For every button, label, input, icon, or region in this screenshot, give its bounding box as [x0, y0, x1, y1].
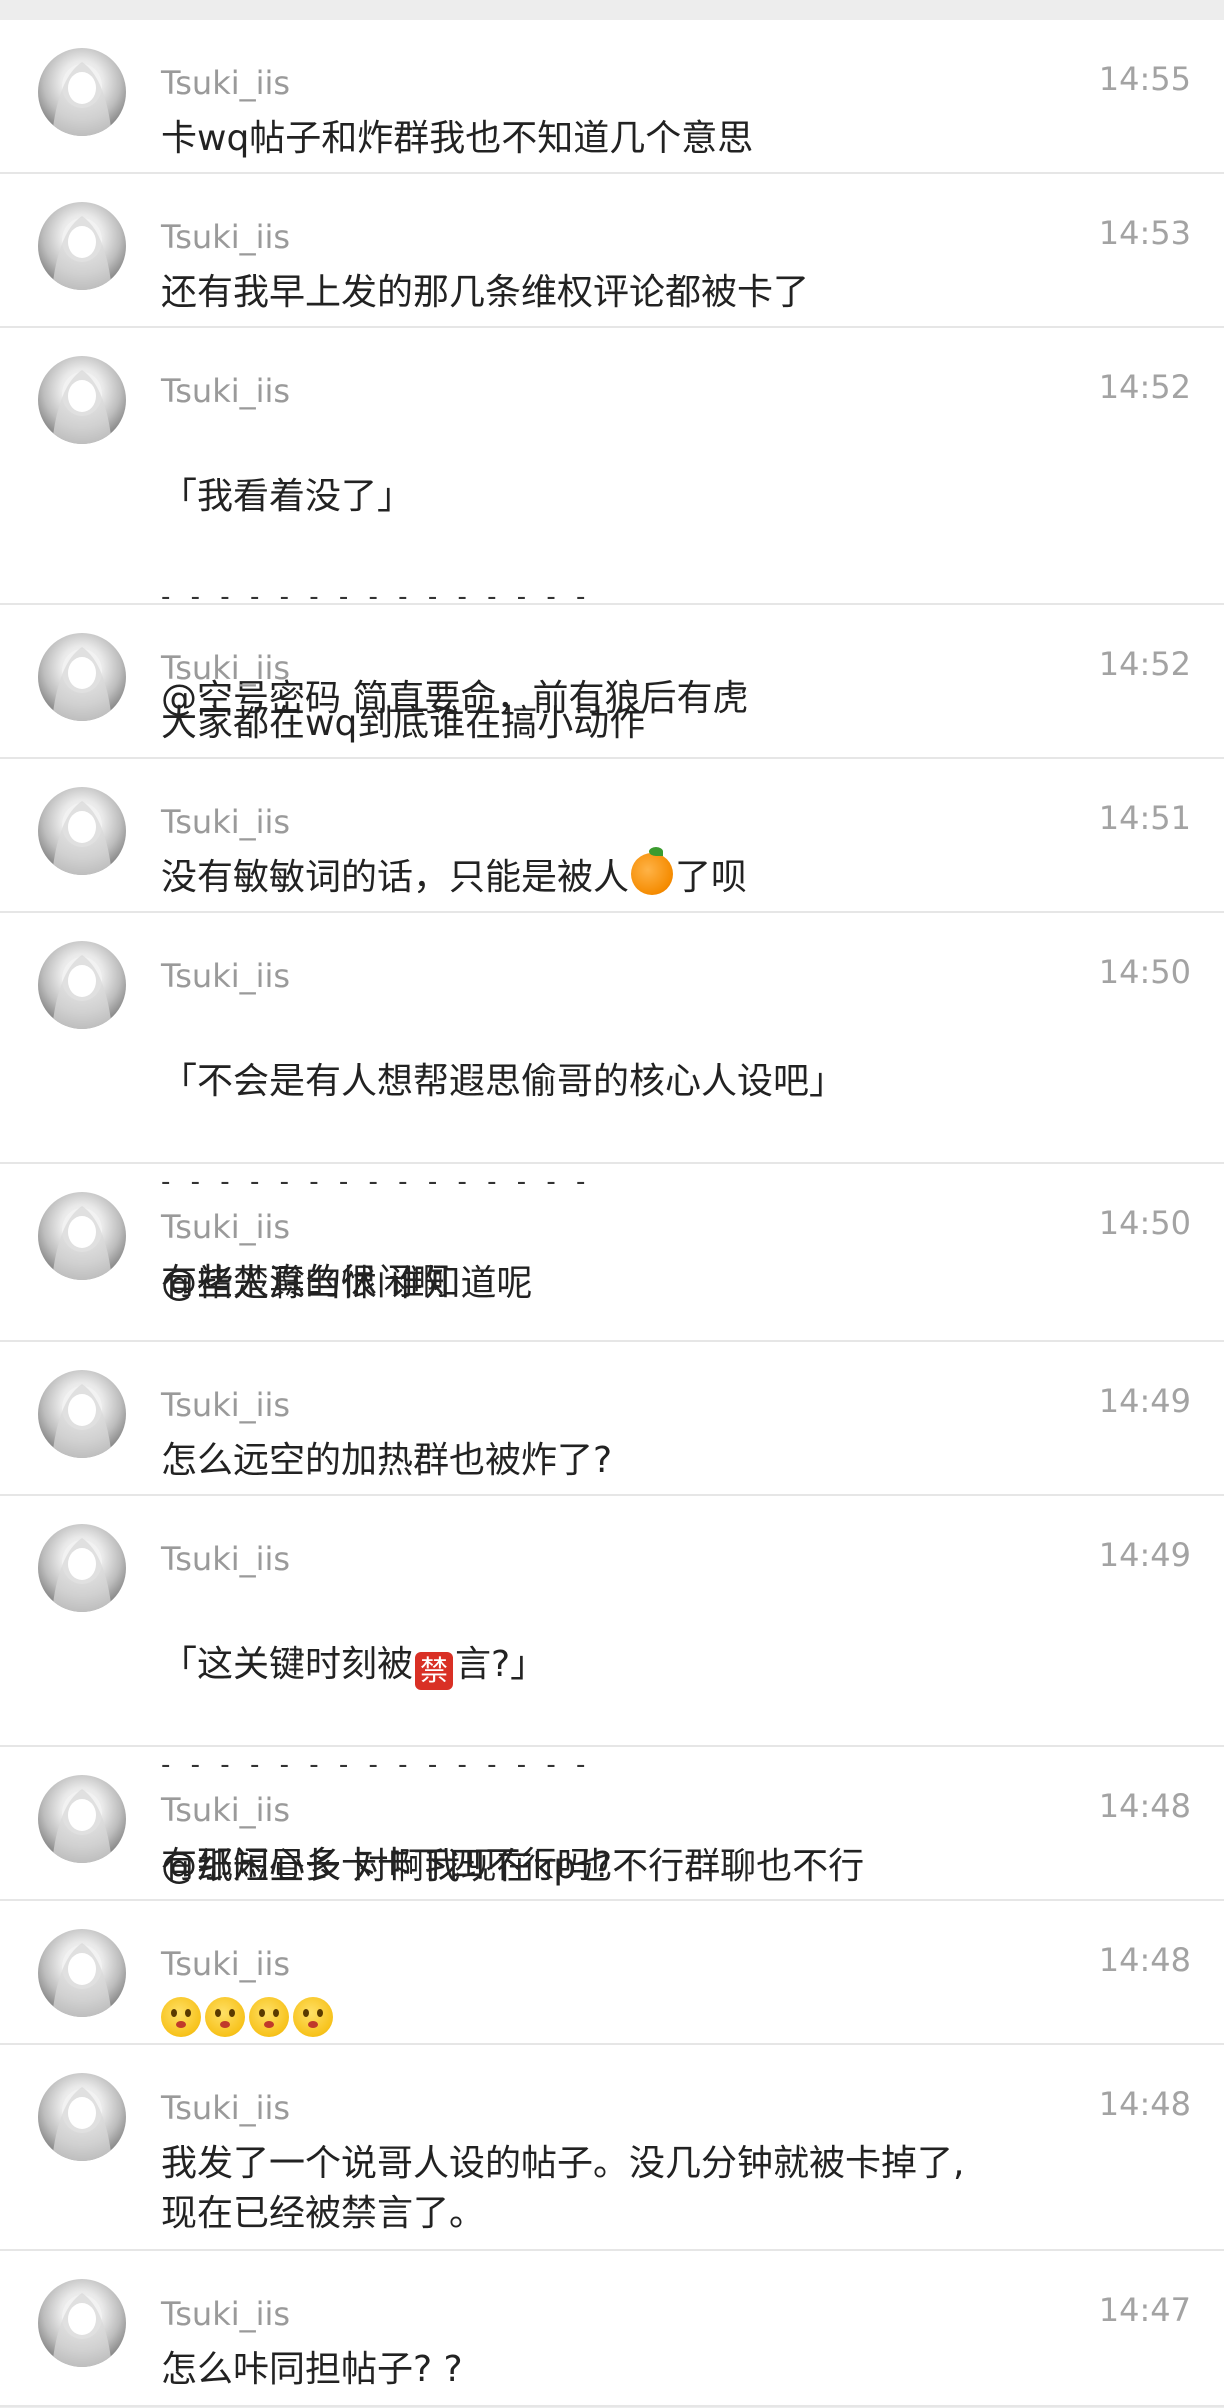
message-content: 没有敏敏词的话，只能是被人 了呗 — [161, 847, 1184, 903]
sender-name[interactable]: Tsuki_iis — [161, 1386, 290, 1424]
message-time: 14:52 — [1098, 368, 1191, 406]
message-text: 有那闲心多卡卡下四不行吗? — [161, 1845, 613, 1886]
list-item[interactable]: Tsuki_iis 14:50 有些人真的很闲啊 — [0, 1164, 1224, 1342]
list-item[interactable]: Tsuki_iis 14:52 「我看着没了」 - - - - - - - - … — [0, 328, 1224, 719]
message-time: 14:49 — [1098, 1382, 1191, 1420]
sender-name[interactable]: Tsuki_iis — [161, 649, 290, 687]
top-bar — [0, 0, 1224, 20]
list-item[interactable]: Tsuki_iis 14:51 没有敏敏词的话，只能是被人 了呗 — [0, 759, 1224, 913]
avatar[interactable] — [38, 2073, 126, 2161]
message-text: 了呗 — [675, 857, 748, 898]
ban-emoji-icon: 禁 — [415, 1652, 454, 1690]
list-item[interactable]: Tsuki_iis 14:48 我发了一个说哥人设的帖子。没几分钟就被卡掉了, … — [0, 2045, 1224, 2251]
message-text: 有些人真的很闲啊 — [161, 1262, 450, 1303]
avatar[interactable] — [38, 1775, 126, 1863]
list-item[interactable]: Tsuki_iis 14:50 「不会是有人想帮遐思偷哥的核心人设吧」 - - … — [0, 913, 1224, 1304]
message-text: 我发了一个说哥人设的帖子。没几分钟就被卡掉了, 现在已经被禁言了。 — [161, 2143, 965, 2234]
message-time: 14:53 — [1098, 214, 1191, 252]
quoted-text: 「不会是有人想帮遐思偷哥的核心人设吧」 — [161, 1061, 846, 1102]
quoted-text: 「我看着没了」 — [161, 476, 414, 517]
avatar[interactable] — [38, 1929, 126, 2017]
sender-name[interactable]: Tsuki_iis — [161, 1540, 290, 1578]
avatar[interactable] — [38, 1370, 126, 1458]
smirk-face-emoji-icon — [249, 1997, 289, 2037]
message-text: 怎么远空的加热群也被炸了? — [161, 1440, 613, 1481]
sender-name[interactable]: Tsuki_iis — [161, 2295, 290, 2333]
message-time: 14:50 — [1098, 1204, 1191, 1242]
sender-name[interactable]: Tsuki_iis — [161, 1208, 290, 1246]
message-text: 卡wq帖子和炸群我也不知道几个意思 — [161, 118, 754, 159]
avatar[interactable] — [38, 787, 126, 875]
message-time: 14:51 — [1098, 799, 1191, 837]
avatar[interactable] — [38, 1524, 126, 1612]
quoted-text-part: 「这关键时刻被 — [161, 1644, 414, 1685]
sender-name[interactable]: Tsuki_iis — [161, 218, 290, 256]
list-item[interactable]: Tsuki_iis 14:49 「这关键时刻被禁言?」 - - - - - - … — [0, 1496, 1224, 1887]
avatar[interactable] — [38, 633, 126, 721]
list-item[interactable]: Tsuki_iis 14:55 卡wq帖子和炸群我也不知道几个意思 — [0, 20, 1224, 174]
avatar[interactable] — [38, 356, 126, 444]
avatar[interactable] — [38, 941, 126, 1029]
message-time: 14:48 — [1098, 1941, 1191, 1979]
message-text: 没有敏敏词的话，只能是被人 — [161, 857, 630, 898]
list-item[interactable]: Tsuki_iis 14:48 — [0, 1901, 1224, 2045]
avatar[interactable] — [38, 48, 126, 136]
list-item[interactable]: Tsuki_iis 14:52 大家都在wq到底谁在搞小动作 — [0, 605, 1224, 759]
sender-name[interactable]: Tsuki_iis — [161, 1791, 290, 1829]
sender-name[interactable]: Tsuki_iis — [161, 803, 290, 841]
list-item[interactable]: Tsuki_iis 14:49 怎么远空的加热群也被炸了? — [0, 1342, 1224, 1496]
quoted-text-part: 言?」 — [455, 1644, 547, 1685]
message-text: 怎么咔同担帖子? ? — [161, 2349, 463, 2390]
message-time: 14:52 — [1098, 645, 1191, 683]
sender-name[interactable]: Tsuki_iis — [161, 1945, 290, 1983]
smirk-face-emoji-icon — [293, 1997, 333, 2037]
orange-emoji-icon — [631, 847, 674, 895]
smirk-face-emoji-icon — [205, 1997, 245, 2037]
message-time: 14:48 — [1098, 2085, 1191, 2123]
message-time: 14:50 — [1098, 953, 1191, 991]
emoji-row — [161, 1995, 1184, 2045]
avatar[interactable] — [38, 2279, 126, 2367]
message-time: 14:47 — [1098, 2291, 1191, 2329]
list-item[interactable]: Tsuki_iis 14:48 有那闲心多卡卡下四不行吗? — [0, 1747, 1224, 1901]
sender-name[interactable]: Tsuki_iis — [161, 957, 290, 995]
sender-name[interactable]: Tsuki_iis — [161, 64, 290, 102]
message-list: Tsuki_iis 14:55 卡wq帖子和炸群我也不知道几个意思 Tsuki_… — [0, 20, 1224, 2407]
sender-name[interactable]: Tsuki_iis — [161, 2089, 290, 2127]
message-text: 大家都在wq到底谁在搞小动作 — [161, 703, 646, 744]
sender-name[interactable]: Tsuki_iis — [161, 372, 290, 410]
list-item[interactable]: Tsuki_iis 14:47 怎么咔同担帖子? ? — [0, 2251, 1224, 2407]
avatar[interactable] — [38, 202, 126, 290]
avatar[interactable] — [38, 1192, 126, 1280]
quoted-text: 「这关键时刻被禁言?」 — [161, 1640, 1184, 1690]
message-time: 14:49 — [1098, 1536, 1191, 1574]
message-time: 14:55 — [1098, 60, 1191, 98]
message-time: 14:48 — [1098, 1787, 1191, 1825]
list-item[interactable]: Tsuki_iis 14:53 还有我早上发的那几条维权评论都被卡了 — [0, 174, 1224, 328]
message-text: 还有我早上发的那几条维权评论都被卡了 — [161, 272, 810, 313]
smirk-face-emoji-icon — [161, 1997, 201, 2037]
